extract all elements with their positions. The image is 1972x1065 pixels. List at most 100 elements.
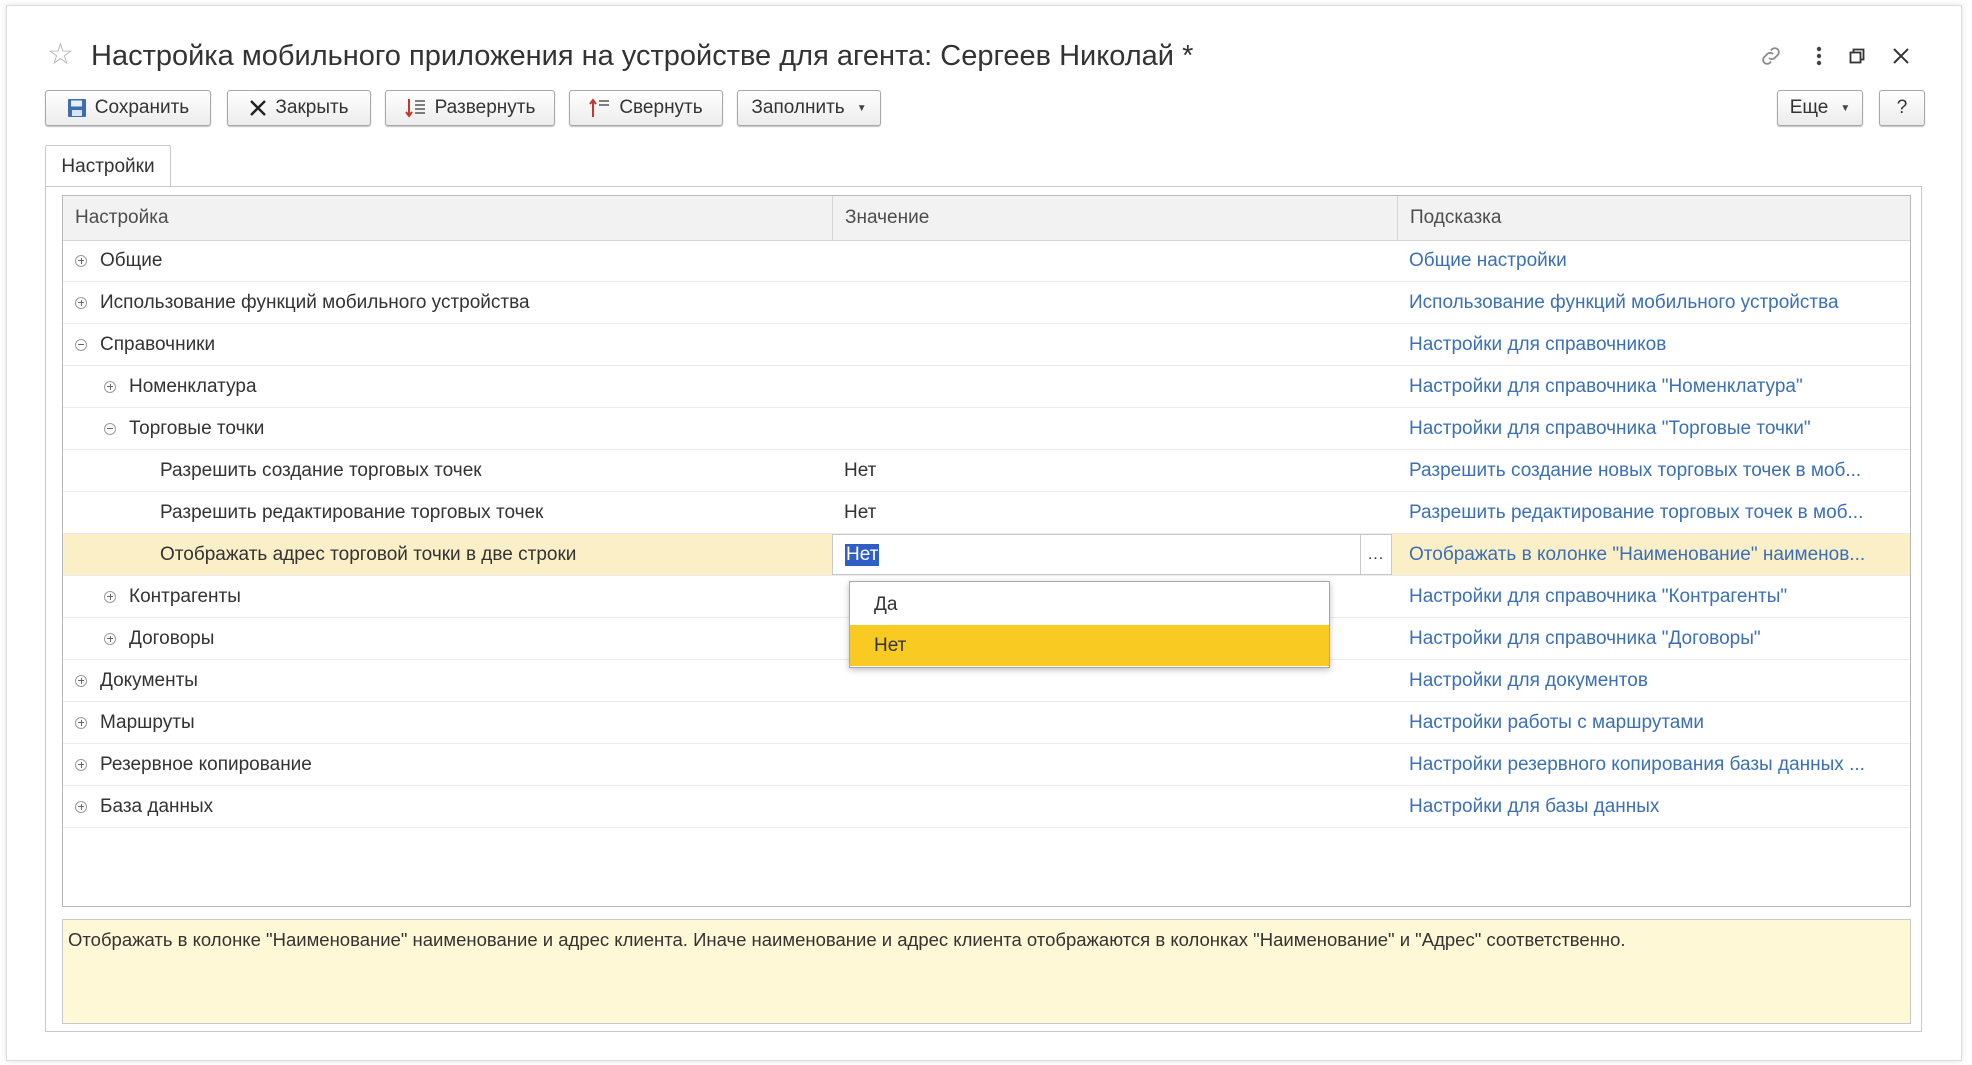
setting-hint-link[interactable]: Отображать в колонке "Наименование" наим…	[1409, 544, 1865, 566]
collapse-button[interactable]: Свернуть	[569, 90, 723, 126]
setting-value[interactable]: Нет	[832, 450, 1397, 491]
more-vertical-icon[interactable]	[1805, 42, 1833, 70]
value-dropdown-list: Да Нет	[849, 581, 1330, 668]
close-x-icon	[249, 99, 267, 117]
setting-name-cell: Разрешить редактирование торговых точек	[63, 492, 832, 533]
setting-hint-cell: Общие настройки	[1397, 240, 1910, 281]
link-icon[interactable]	[1757, 42, 1785, 70]
setting-value[interactable]	[832, 702, 1397, 743]
value-edit-text[interactable]: Нет	[845, 544, 880, 566]
table-row[interactable]: Отображать адрес торговой точки в две ст…	[63, 534, 1910, 576]
setting-hint-link[interactable]: Разрешить редактирование торговых точек …	[1409, 502, 1863, 524]
setting-hint-link[interactable]: Настройки для документов	[1409, 670, 1648, 692]
expand-label: Развернуть	[434, 97, 536, 118]
table-row[interactable]: Использование функций мобильного устройс…	[63, 282, 1910, 324]
setting-name-cell: Отображать адрес торговой точки в две ст…	[63, 534, 832, 575]
setting-hint-cell: Настройки для справочника "Номенклатура"	[1397, 366, 1910, 407]
restore-window-icon[interactable]	[1843, 42, 1871, 70]
table-row[interactable]: Общие Общие настройки	[63, 240, 1910, 282]
table-row[interactable]: Справочники Настройки для справочников	[63, 324, 1910, 366]
setting-name: Общие	[100, 249, 163, 271]
setting-name: Контрагенты	[129, 585, 241, 607]
setting-value[interactable]	[832, 744, 1397, 785]
favorite-star-icon[interactable]: ☆	[47, 40, 74, 70]
close-window-icon[interactable]	[1887, 42, 1915, 70]
more-dropdown-button[interactable]: Еще ▼	[1777, 90, 1863, 126]
table-row[interactable]: Разрешить создание торговых точек Нет Разр…	[63, 450, 1910, 492]
column-header-hint[interactable]: Подсказка	[1397, 196, 1910, 240]
setting-hint-cell: Настройки резервного копирования базы да…	[1397, 744, 1910, 785]
expand-node-icon[interactable]	[75, 758, 87, 771]
expand-button[interactable]: Развернуть	[385, 90, 555, 126]
tab-settings[interactable]: Настройки	[45, 145, 171, 187]
expand-list-icon	[404, 97, 427, 119]
table-row[interactable]: Торговые точки Настройки для справочника …	[63, 408, 1910, 450]
setting-name-cell: Контрагенты	[63, 576, 832, 617]
setting-name-cell: Маршруты	[63, 702, 832, 743]
window-title: Настройка мобильного приложения на устро…	[91, 40, 1194, 72]
setting-name: Договоры	[129, 627, 215, 649]
table-row[interactable]: Резервное копирование Настройки резервног…	[63, 744, 1910, 786]
setting-hint-link[interactable]: Настройки для справочника "Контрагенты"	[1409, 586, 1787, 608]
value-edit-field[interactable]: Нет...	[832, 534, 1392, 575]
setting-hint-cell: Настройки для справочника "Контрагенты"	[1397, 576, 1910, 617]
setting-name: Документы	[100, 669, 198, 691]
close-button[interactable]: Закрыть	[227, 90, 371, 126]
column-header-value[interactable]: Значение	[832, 196, 1397, 240]
collapse-node-icon[interactable]	[75, 338, 87, 351]
column-header-setting[interactable]: Настройка	[63, 196, 832, 240]
setting-name: Использование функций мобильного устройс…	[100, 291, 530, 313]
setting-value[interactable]	[832, 240, 1397, 281]
setting-value[interactable]	[832, 324, 1397, 365]
chevron-down-icon: ▼	[856, 102, 867, 114]
table-row[interactable]: Разрешить редактирование торговых точек Н…	[63, 492, 1910, 534]
table-row[interactable]: Маршруты Настройки работы с маршрутами	[63, 702, 1910, 744]
setting-hint-link[interactable]: Настройки для справочника "Номенклатура"	[1409, 376, 1803, 398]
tab-settings-label: Настройки	[61, 155, 155, 177]
setting-name: Номенклатура	[129, 375, 257, 397]
dropdown-option-no[interactable]: Нет	[850, 625, 1329, 666]
setting-hint-link[interactable]: Разрешить создание новых торговых точек …	[1409, 460, 1861, 482]
setting-hint-link[interactable]: Общие настройки	[1409, 250, 1567, 272]
setting-value[interactable]	[832, 408, 1397, 449]
setting-name-cell: Использование функций мобильного устройс…	[63, 282, 832, 323]
help-button[interactable]: ?	[1879, 90, 1925, 126]
more-label: Еще	[1789, 97, 1829, 118]
setting-hint-link[interactable]: Настройки для справочника "Договоры"	[1409, 628, 1761, 650]
expand-node-icon[interactable]	[104, 632, 116, 645]
setting-description: Отображать в колонке "Наименование" наим…	[62, 919, 1911, 1024]
setting-hint-link[interactable]: Настройки для базы данных	[1409, 796, 1659, 818]
table-header: Настройка Значение Подсказка	[63, 196, 1910, 241]
setting-value[interactable]: Нет	[832, 492, 1397, 533]
table-row[interactable]: Номенклатура Настройки для справочника "Н…	[63, 366, 1910, 408]
title-bar: ☆ Настройка мобильного приложения на уст…	[7, 6, 1961, 86]
expand-node-icon[interactable]	[104, 590, 116, 603]
expand-node-icon[interactable]	[75, 716, 87, 729]
setting-hint-link[interactable]: Настройки для справочников	[1409, 334, 1666, 356]
setting-value[interactable]	[832, 786, 1397, 827]
setting-name-cell: Резервное копирование	[63, 744, 832, 785]
fill-label: Заполнить	[751, 97, 845, 118]
expand-node-icon[interactable]	[75, 254, 87, 267]
collapse-node-icon[interactable]	[104, 422, 116, 435]
close-label: Закрыть	[275, 97, 349, 118]
setting-hint-link[interactable]: Настройки для справочника "Торговые точк…	[1409, 418, 1811, 440]
expand-node-icon[interactable]	[104, 380, 116, 393]
setting-value[interactable]	[832, 366, 1397, 407]
collapse-list-icon	[589, 97, 611, 119]
setting-hint-link[interactable]: Использование функций мобильного устройс…	[1409, 292, 1839, 314]
fill-dropdown-button[interactable]: Заполнить ▼	[737, 90, 881, 126]
expand-node-icon[interactable]	[75, 800, 87, 813]
expand-node-icon[interactable]	[75, 674, 87, 687]
setting-hint-cell: Отображать в колонке "Наименование" наим…	[1397, 534, 1910, 575]
expand-node-icon[interactable]	[75, 296, 87, 309]
save-button[interactable]: Сохранить	[45, 90, 211, 126]
table-row[interactable]: База данных Настройки для базы данных	[63, 786, 1910, 828]
setting-hint-link[interactable]: Настройки работы с маршрутами	[1409, 712, 1704, 734]
select-ellipsis-button[interactable]: ...	[1360, 535, 1391, 574]
setting-name-cell: Номенклатура	[63, 366, 832, 407]
dropdown-option-yes[interactable]: Да	[850, 584, 1329, 625]
setting-value[interactable]	[832, 282, 1397, 323]
setting-hint-link[interactable]: Настройки резервного копирования базы да…	[1409, 754, 1865, 776]
setting-name-cell: Торговые точки	[63, 408, 832, 449]
